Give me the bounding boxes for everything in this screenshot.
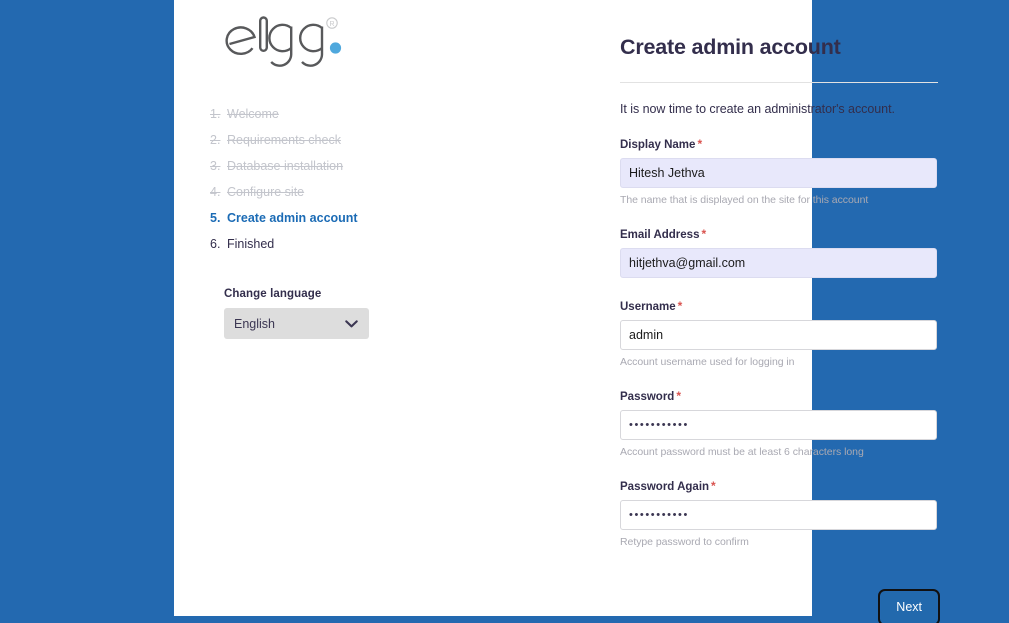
step-number: 2. bbox=[210, 133, 221, 147]
required-marker: * bbox=[711, 479, 716, 493]
sidebar-step-requirements-check[interactable]: 2. Requirements check bbox=[210, 134, 400, 147]
label-text: Username bbox=[620, 301, 676, 313]
step-number: 1. bbox=[210, 107, 221, 121]
step-number: 3. bbox=[210, 159, 221, 173]
required-marker: * bbox=[697, 137, 703, 151]
email-address-label: Email Address * bbox=[620, 227, 940, 241]
password-again-help: Retype password to confirm bbox=[620, 536, 749, 548]
step-label: Requirements check bbox=[227, 133, 341, 147]
field-password: Password* Account password must be at le… bbox=[620, 389, 940, 458]
change-language-label: Change language bbox=[224, 288, 322, 300]
sidebar-step-configure-site[interactable]: 4. Configure site bbox=[210, 186, 400, 199]
field-email-address: Email Address * bbox=[620, 227, 940, 278]
sidebar-step-create-admin-account[interactable]: 5. Create admin account bbox=[210, 212, 400, 225]
installer-steps: 1. Welcome 2. Requirements check 3. Data… bbox=[210, 108, 400, 264]
email-address-input[interactable] bbox=[620, 248, 937, 278]
elgg-logo-icon: R bbox=[225, 16, 342, 67]
label-text: Email Address bbox=[620, 229, 700, 241]
username-label: Username * bbox=[620, 299, 940, 313]
password-again-input[interactable] bbox=[620, 500, 937, 530]
label-text: Display Name bbox=[620, 139, 696, 151]
field-password-again: Password Again* Retype password to confi… bbox=[620, 479, 940, 548]
password-input[interactable] bbox=[620, 410, 937, 440]
required-marker: * bbox=[677, 299, 683, 313]
field-username: Username* Account username used for logg… bbox=[620, 299, 940, 368]
password-label: Password * bbox=[620, 389, 940, 403]
password-help: Account password must be at least 6 char… bbox=[620, 446, 864, 458]
username-help: Account username used for logging in bbox=[620, 356, 795, 368]
sidebar: R 1. Welcome 2. Requirements check 3. Da… bbox=[174, 0, 396, 616]
step-number: 5. bbox=[210, 211, 221, 225]
username-input[interactable] bbox=[620, 320, 937, 350]
step-label: Configure site bbox=[227, 185, 305, 199]
display-name-input[interactable] bbox=[620, 158, 937, 188]
step-label: Finished bbox=[227, 237, 275, 251]
title-divider bbox=[620, 82, 938, 83]
display-name-label: Display Name * bbox=[620, 137, 940, 151]
field-display-name: Display Name* The name that is displayed… bbox=[620, 137, 940, 206]
create-admin-form: Display Name* The name that is displayed… bbox=[620, 137, 940, 623]
label-text: Password bbox=[620, 391, 675, 403]
chevron-down-icon bbox=[345, 319, 358, 328]
page-title: Create admin account bbox=[620, 35, 841, 59]
intro-text: It is now time to create an administrato… bbox=[620, 102, 895, 116]
sidebar-step-database-installation[interactable]: 3. Database installation bbox=[210, 160, 400, 173]
display-name-help: The name that is displayed on the site f… bbox=[620, 194, 869, 206]
form-actions: Next bbox=[620, 589, 940, 623]
password-again-label: Password Again * bbox=[620, 479, 940, 493]
label-text: Password Again bbox=[620, 481, 710, 493]
next-button[interactable]: Next bbox=[878, 589, 940, 623]
step-number: 4. bbox=[210, 185, 221, 199]
svg-text:R: R bbox=[329, 21, 334, 28]
registered-trademark-icon: R bbox=[326, 17, 338, 29]
language-select[interactable]: English bbox=[224, 308, 369, 339]
logo-dot-icon bbox=[329, 42, 342, 54]
language-select-value: English bbox=[234, 316, 275, 331]
main-content: Create admin account It is now time to c… bbox=[620, 0, 940, 623]
step-label: Database installation bbox=[227, 159, 344, 173]
sidebar-step-welcome[interactable]: 1. Welcome bbox=[210, 108, 400, 121]
content-panel: R 1. Welcome 2. Requirements check 3. Da… bbox=[174, 0, 940, 623]
step-number: 6. bbox=[210, 237, 221, 251]
step-label: Welcome bbox=[227, 107, 279, 121]
required-marker: * bbox=[701, 227, 707, 241]
change-language-block: Change language English bbox=[224, 288, 384, 339]
required-marker: * bbox=[676, 389, 681, 403]
sidebar-step-finished[interactable]: 6. Finished bbox=[210, 238, 400, 251]
installer-page: R 1. Welcome 2. Requirements check 3. Da… bbox=[0, 0, 1009, 623]
elgg-logo: R bbox=[222, 8, 362, 74]
step-label: Create admin account bbox=[227, 211, 358, 225]
